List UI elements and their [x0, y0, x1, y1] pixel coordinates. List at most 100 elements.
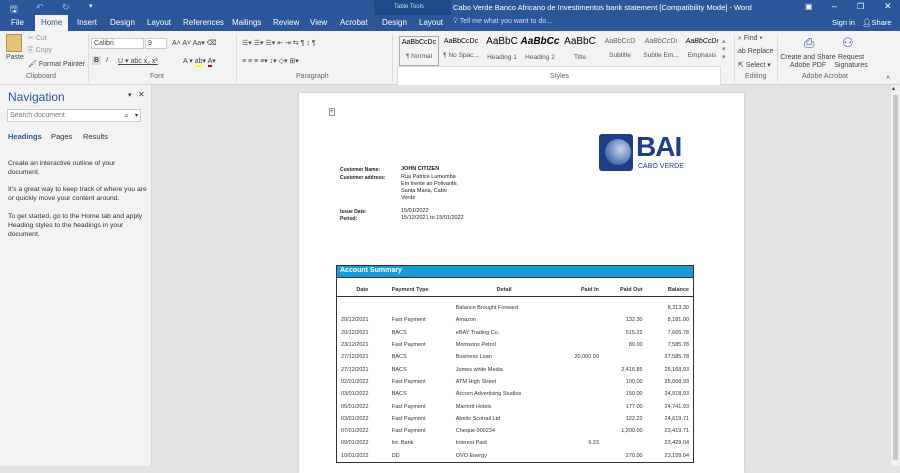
style-name: ¶ No Spac...: [443, 52, 479, 59]
cut-button[interactable]: ✂ Cut: [28, 34, 47, 42]
search-icon[interactable]: ⌕: [124, 110, 129, 121]
style-0[interactable]: AaBbCcDc ¶ Normal: [399, 36, 439, 66]
table-cell: 27/12/2021: [341, 366, 369, 373]
style-name: Emphasis: [687, 52, 717, 59]
restore-icon[interactable]: ❐: [857, 2, 864, 11]
document-page[interactable]: + BAI CABO VERDE Customer Name: JOHN CIT…: [299, 93, 744, 473]
close-icon[interactable]: ✕: [884, 1, 892, 12]
tab-review[interactable]: Review: [267, 17, 305, 28]
style-5[interactable]: AaBbCcD Subtitle: [600, 36, 640, 66]
find-button[interactable]: ⌕ Find ▾: [738, 35, 762, 43]
grow-font-icon[interactable]: A˄ A˅ Aa▾ ⌫: [172, 39, 217, 47]
table-row: 20/12/2021 Fast Payment Amazon 132.30 8,181.…: [337, 314, 693, 326]
format-painter-button[interactable]: 🖌︎ Format Painter: [28, 60, 85, 68]
tab-results[interactable]: Results: [83, 132, 108, 141]
tell-me-search[interactable]: 💡︎ Tell me what you want to do...: [453, 18, 552, 26]
pane-options-icon[interactable]: ▾: [128, 91, 132, 99]
table-cell: Abelio Scotrail Ltd: [455, 415, 501, 422]
nav-help-2: It's a great way to keep track of where …: [8, 186, 147, 202]
bold-button[interactable]: B: [92, 56, 102, 65]
style-name: Heading 2: [525, 54, 555, 61]
table-cell: 177.00: [625, 403, 643, 410]
style-4[interactable]: AaBbC Title: [560, 36, 600, 66]
styles-scroll[interactable]: ▴ ▾ ▾: [722, 37, 726, 61]
table-tools-label: Table Tools: [394, 4, 424, 10]
copy-label: Copy: [35, 47, 52, 54]
create-pdf-button[interactable]: Create and Share Adobe PDF: [780, 54, 836, 70]
style-preview: AaBbCcDı: [644, 38, 678, 45]
customer-name: JOHN CITIZEN: [401, 166, 440, 172]
table-cell: Fast Payment: [391, 342, 426, 349]
table-move-handle-icon[interactable]: +: [329, 108, 335, 116]
bullets-icon[interactable]: ☰▾ ☰▾ ☰▾ ⇤ ⇥ ⇆ ¶ ↕ ¶: [242, 39, 316, 47]
italic-button[interactable]: I: [106, 57, 108, 64]
replace-button[interactable]: ab Replace: [738, 48, 773, 55]
table-cell: Morrisons Petrol: [455, 342, 496, 349]
search-document-input[interactable]: Search document ⌕ ▾: [7, 109, 141, 122]
tab-file[interactable]: File: [5, 17, 30, 28]
tab-view[interactable]: View: [304, 17, 333, 28]
search-options-icon[interactable]: ▾: [135, 112, 138, 119]
table-cell: 20/12/2021: [341, 329, 369, 336]
sign-in-link[interactable]: Sign in: [832, 18, 855, 27]
table-cell: BACS: [391, 366, 407, 373]
collapse-ribbon-icon[interactable]: ˄: [886, 75, 890, 82]
tab-insert[interactable]: Insert: [71, 17, 103, 28]
tab-layout[interactable]: Layout: [141, 17, 177, 28]
style-preview: AaBbCcDı: [685, 38, 719, 45]
select-button[interactable]: ⇱ Select ▾: [738, 61, 771, 69]
tab-mailings[interactable]: Mailings: [226, 17, 267, 28]
window-title: Cabo Verde Banco Africano de Investiment…: [453, 3, 752, 12]
table-cell: [388, 302, 452, 314]
align-left-icon[interactable]: ≡ ≡ ≡ ≡▾ ↕▾ ◇▾ ⊞▾: [242, 57, 299, 65]
style-6[interactable]: AaBbCcDı Subtle Em...: [641, 36, 681, 66]
underline-button[interactable]: U ▾ abc x₂ x²: [118, 57, 158, 65]
tab-headings[interactable]: Headings: [8, 132, 42, 141]
font-size-select[interactable]: 9: [145, 38, 167, 49]
vertical-scrollbar[interactable]: ▴: [890, 85, 900, 466]
font-name-select[interactable]: Calibri: [91, 38, 144, 49]
tab-references[interactable]: References: [177, 17, 230, 28]
copy-button[interactable]: ⎘ Copy: [28, 47, 52, 55]
tab-table-layout[interactable]: Layout: [413, 17, 449, 28]
style-name: Subtitle: [609, 52, 631, 59]
table-cell: [557, 388, 603, 400]
ribbon-tabs: File Home Insert Design Layout Reference…: [0, 15, 900, 31]
undo-icon[interactable]: ↶: [36, 2, 44, 13]
redo-icon[interactable]: ↻: [62, 2, 70, 13]
table-row: 09/01/2022 Int. Bank Interest Paid 9.33 23,4…: [337, 437, 693, 449]
scroll-up-icon[interactable]: ▴: [892, 85, 895, 92]
style-1[interactable]: AaBbCcDc ¶ No Spac...: [441, 36, 481, 66]
tab-pages[interactable]: Pages: [51, 132, 72, 141]
table-cell: 1,200.00: [621, 428, 643, 435]
style-3[interactable]: AaBbCc Heading 2: [520, 36, 560, 66]
address-line: Verde: [401, 195, 416, 201]
table-cell: 03/01/2022: [341, 415, 369, 422]
search-placeholder: Search document: [10, 112, 65, 119]
customize-icon[interactable]: ▾: [89, 2, 93, 10]
table-cell: Balance Brought Forward: [455, 305, 519, 312]
table-cell: Business Loan: [455, 354, 492, 361]
ribbon-display-icon[interactable]: ▣: [805, 2, 813, 11]
scrollbar-thumb[interactable]: [893, 95, 898, 460]
table-cell: Jumes white Media: [455, 366, 503, 373]
font-name-value: Calibri: [94, 40, 114, 47]
paste-button[interactable]: Paste: [6, 54, 24, 61]
minimize-icon[interactable]: –: [832, 1, 837, 11]
highlight-icon[interactable]: A ▾ ab▾ A▾: [183, 57, 216, 67]
close-pane-icon[interactable]: ✕: [138, 90, 145, 99]
table-cell: BACS: [391, 354, 407, 361]
request-signatures-button[interactable]: Request Signatures: [834, 54, 868, 70]
share-button[interactable]: 👤︎Share: [862, 18, 892, 27]
tab-home[interactable]: Home: [35, 15, 69, 31]
style-7[interactable]: AaBbCcDı Emphasis: [682, 36, 722, 66]
table-cell: [557, 314, 603, 326]
tab-acrobat[interactable]: Acrobat: [334, 17, 374, 28]
table-row: 02/01/2022 Fast Payment ATM High Street 100…: [337, 376, 693, 388]
style-2[interactable]: AaBbC Heading 1: [482, 36, 522, 66]
tab-table-design[interactable]: Design: [376, 17, 413, 28]
table-cell: 24,619.71: [664, 415, 689, 422]
table-cell: 20,000.00: [574, 354, 599, 361]
pdf-icon: ⎙: [804, 35, 815, 50]
tab-design[interactable]: Design: [104, 17, 141, 28]
